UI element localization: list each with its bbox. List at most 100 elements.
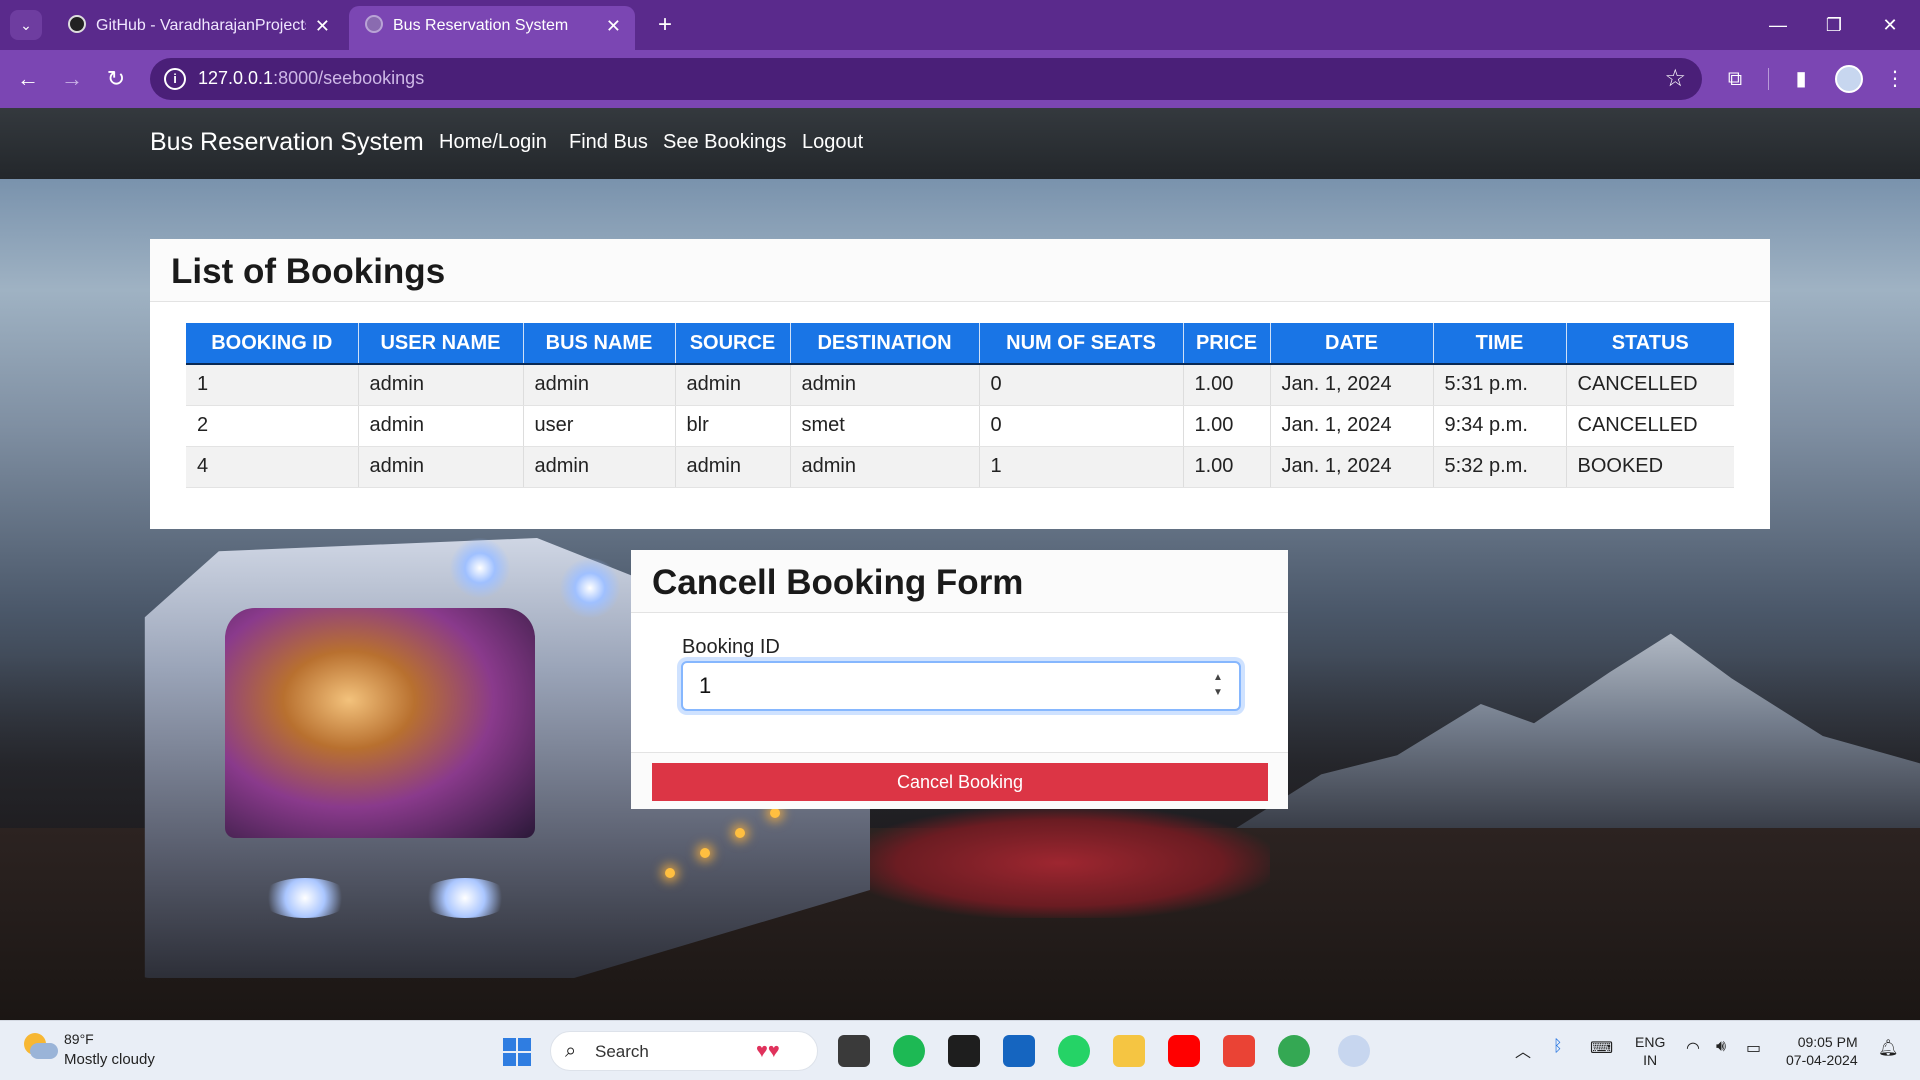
cell-num-seats: 1 xyxy=(979,446,1184,488)
browser-tab-bus-reservation[interactable]: Bus Reservation System ✕ xyxy=(349,6,635,50)
column-header: BOOKING ID xyxy=(186,323,359,365)
cell-time: 5:31 p.m. xyxy=(1433,364,1567,406)
table-row: 4 admin admin admin admin 1 1.00 Jan. 1,… xyxy=(186,446,1734,488)
globe-favicon-icon xyxy=(365,15,383,33)
column-header: USER NAME xyxy=(358,323,524,365)
cell-date: Jan. 1, 2024 xyxy=(1270,364,1434,406)
youtube-icon[interactable] xyxy=(1168,1035,1200,1067)
search-highlight-hearts-icon: ♥♥ xyxy=(756,1040,780,1062)
nav-link-logout[interactable]: Logout xyxy=(802,131,863,154)
bookings-title: List of Bookings xyxy=(150,239,1770,302)
cell-status: CANCELLED xyxy=(1566,364,1734,406)
bus-headlamp xyxy=(420,878,510,918)
window-close-icon[interactable]: ✕ xyxy=(1870,8,1910,42)
terminal-icon[interactable] xyxy=(948,1035,980,1067)
system-clock[interactable]: 09:05 PM 07-04-2024 xyxy=(1786,1033,1858,1069)
browser-tab-github[interactable]: GitHub - VaradharajanProjects/ ✕ xyxy=(52,6,344,50)
github-favicon-icon xyxy=(68,15,86,33)
keyboard-icon[interactable]: ⌨ xyxy=(1590,1038,1613,1058)
reload-icon[interactable]: ↻ xyxy=(100,63,132,95)
volume-icon[interactable]: 🔊︎ xyxy=(1716,1038,1726,1056)
bus-marker-light xyxy=(665,868,675,878)
url-text[interactable]: 127.0.0.1:8000/seebookings xyxy=(198,68,424,89)
extensions-puzzle-icon[interactable]: ⧉ xyxy=(1720,64,1750,94)
microsoft-store-icon[interactable] xyxy=(1003,1035,1035,1067)
site-navbar: Bus Reservation System Home/Login Find B… xyxy=(0,108,1920,179)
cell-time: 9:34 p.m. xyxy=(1433,405,1567,447)
windows-start-icon[interactable] xyxy=(503,1038,531,1066)
column-header: PRICE xyxy=(1183,323,1271,365)
cell-price: 1.00 xyxy=(1183,405,1271,447)
url-path: :8000/seebookings xyxy=(273,68,425,88)
bus-top-light xyxy=(560,558,620,618)
forward-arrow-icon[interactable]: → xyxy=(56,63,88,95)
site-brand[interactable]: Bus Reservation System xyxy=(150,128,424,157)
tab-search-chevron-icon[interactable]: ⌄ xyxy=(10,10,42,40)
notification-bell-icon[interactable]: 🔔︎ xyxy=(1878,1038,1898,1058)
windows-taskbar: 89°F Mostly cloudy ⌕ Search ♥♥ ︿ ᛒ ⌨ ENG… xyxy=(0,1020,1920,1080)
gmail-icon[interactable] xyxy=(1223,1035,1255,1067)
bus-marker-light xyxy=(700,848,710,858)
weather-description[interactable]: Mostly cloudy xyxy=(64,1051,155,1068)
cancel-booking-button[interactable]: Cancel Booking xyxy=(652,763,1268,801)
cell-user-name: admin xyxy=(358,446,524,488)
number-spinner-icon[interactable]: ▲ ▼ xyxy=(1207,670,1229,702)
cell-source: admin xyxy=(675,446,791,488)
cell-user-name: admin xyxy=(358,364,524,406)
language-code: ENG xyxy=(1635,1034,1666,1050)
chrome-profile-icon[interactable] xyxy=(1338,1035,1370,1067)
site-info-icon[interactable]: i xyxy=(164,68,186,90)
browser-menu-icon[interactable]: ⋮ xyxy=(1880,64,1910,94)
cell-destination: admin xyxy=(790,446,980,488)
weather-temperature[interactable]: 89°F xyxy=(64,1031,94,1047)
new-tab-plus-icon[interactable]: + xyxy=(650,8,680,42)
url-host: 127.0.0.1 xyxy=(198,68,274,88)
cell-price: 1.00 xyxy=(1183,446,1271,488)
taskbar-search-box[interactable]: ⌕ Search ♥♥ xyxy=(550,1031,818,1071)
column-header: BUS NAME xyxy=(523,323,676,365)
restore-icon[interactable]: ❐ xyxy=(1814,8,1854,42)
web-page: Bus Reservation System Home/Login Find B… xyxy=(0,108,1920,1020)
side-panel-icon[interactable]: ▮ xyxy=(1786,64,1816,94)
address-bar[interactable]: i 127.0.0.1:8000/seebookings ☆ xyxy=(150,58,1702,100)
clock-time: 09:05 PM xyxy=(1797,1034,1858,1050)
language-indicator[interactable]: ENG IN xyxy=(1635,1033,1665,1069)
cell-destination: smet xyxy=(790,405,980,447)
spotify-icon[interactable] xyxy=(893,1035,925,1067)
bookmark-star-icon[interactable]: ☆ xyxy=(1664,64,1686,93)
column-header: TIME xyxy=(1433,323,1567,365)
tray-overflow-chevron-icon[interactable]: ︿ xyxy=(1515,1038,1531,1062)
booking-id-input[interactable] xyxy=(681,661,1241,711)
cancel-booking-card: Cancell Booking Form Booking ID ▲▼ Cance… xyxy=(631,550,1288,809)
tab-close-icon[interactable]: ✕ xyxy=(315,6,330,46)
cell-price: 1.00 xyxy=(1183,364,1271,406)
back-arrow-icon[interactable]: ← xyxy=(12,63,44,95)
cell-date: Jan. 1, 2024 xyxy=(1270,446,1434,488)
cancel-form-footer: Cancel Booking xyxy=(631,752,1288,809)
whatsapp-icon[interactable] xyxy=(1058,1035,1090,1067)
minimize-icon[interactable]: — xyxy=(1758,8,1798,42)
wifi-icon[interactable]: ◠ xyxy=(1686,1038,1700,1058)
cell-booking-id: 1 xyxy=(186,364,359,406)
clock-date: 07-04-2024 xyxy=(1786,1052,1858,1068)
tab-close-icon[interactable]: ✕ xyxy=(606,6,621,46)
task-view-icon[interactable] xyxy=(838,1035,870,1067)
background-red-heap xyxy=(850,808,1270,918)
weather-cloudy-icon[interactable] xyxy=(22,1033,58,1063)
chrome-icon[interactable] xyxy=(1278,1035,1310,1067)
nav-link-see-bookings[interactable]: See Bookings xyxy=(663,131,786,154)
nav-link-find-bus[interactable]: Find Bus xyxy=(569,131,648,154)
table-row: 2 admin user blr smet 0 1.00 Jan. 1, 202… xyxy=(186,405,1734,447)
tab-title: GitHub - VaradharajanProjects/ xyxy=(96,17,306,34)
bookings-table: BOOKING ID USER NAME BUS NAME SOURCE DES… xyxy=(186,323,1734,488)
battery-icon[interactable]: ▭ xyxy=(1746,1038,1761,1058)
region-code: IN xyxy=(1643,1052,1658,1068)
table-row: 1 admin admin admin admin 0 1.00 Jan. 1,… xyxy=(186,364,1734,406)
profile-avatar[interactable] xyxy=(1835,65,1863,93)
nav-link-home-login[interactable]: Home/Login xyxy=(439,131,547,154)
file-explorer-icon[interactable] xyxy=(1113,1035,1145,1067)
cell-source: blr xyxy=(675,405,791,447)
cell-num-seats: 0 xyxy=(979,364,1184,406)
bookings-card: List of Bookings BOOKING ID USER NAME BU… xyxy=(150,239,1770,529)
bluetooth-icon[interactable]: ᛒ xyxy=(1553,1038,1563,1056)
